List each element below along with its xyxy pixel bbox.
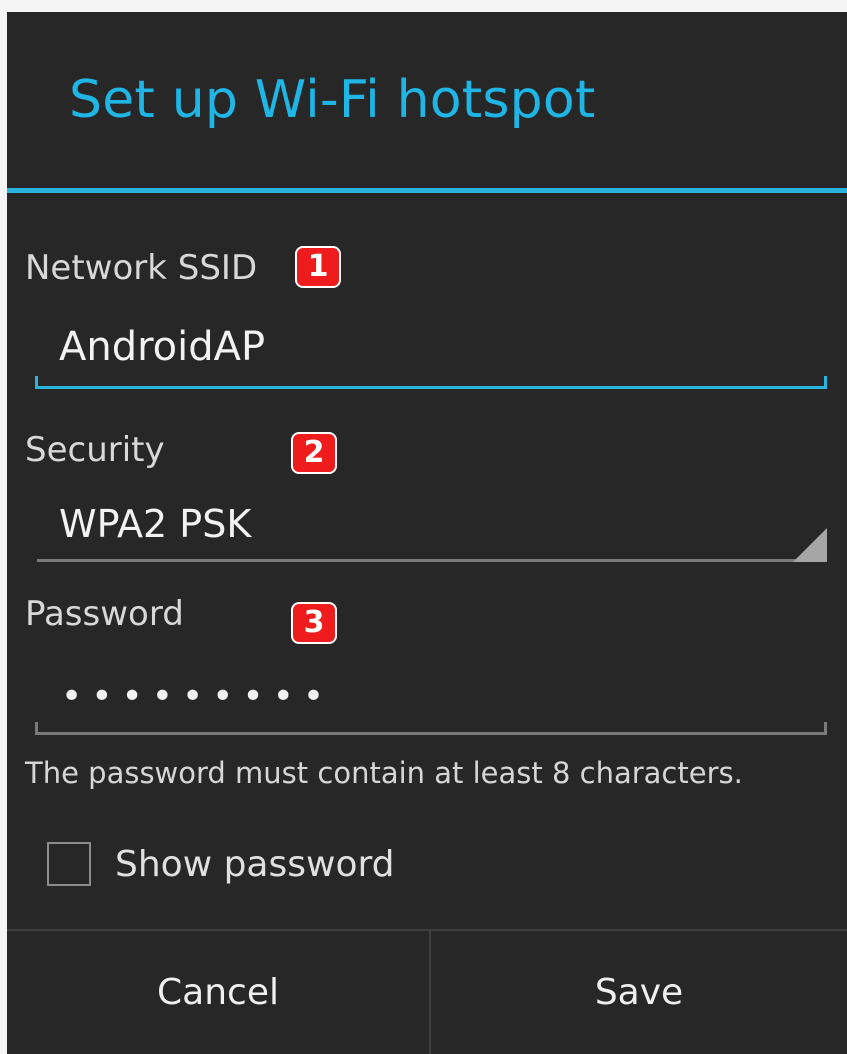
hotspot-dialog: Set up Wi-Fi hotspot Network SSID 1 Andr… xyxy=(7,12,847,1054)
password-helper-text: The password must contain at least 8 cha… xyxy=(25,756,743,790)
security-spinner-value[interactable]: WPA2 PSK xyxy=(59,502,251,546)
step-badge-3: 3 xyxy=(291,602,337,644)
ssid-underline-left-tick xyxy=(35,376,38,389)
password-underline-right-tick xyxy=(824,722,827,735)
spinner-triangle-icon[interactable] xyxy=(793,528,827,562)
step-badge-1: 1 xyxy=(295,246,341,288)
password-input[interactable]: ••••••••• xyxy=(61,676,333,717)
ssid-underline-right-tick xyxy=(824,376,827,389)
password-label: Password xyxy=(25,594,184,634)
ssid-input[interactable]: AndroidAP xyxy=(59,324,265,370)
password-underline-left-tick xyxy=(35,722,38,735)
cancel-button[interactable]: Cancel xyxy=(7,931,429,1054)
dialog-header: Set up Wi-Fi hotspot xyxy=(7,12,847,190)
security-label: Security xyxy=(25,430,165,470)
dialog-title: Set up Wi-Fi hotspot xyxy=(69,70,596,130)
title-divider xyxy=(7,188,847,193)
ssid-input-underline xyxy=(35,386,827,389)
save-button[interactable]: Save xyxy=(431,931,847,1054)
security-spinner-underline xyxy=(37,559,827,562)
step-badge-2: 2 xyxy=(291,432,337,474)
password-input-underline xyxy=(35,732,827,735)
show-password-label[interactable]: Show password xyxy=(115,844,395,885)
show-password-checkbox[interactable] xyxy=(47,842,91,886)
ssid-label: Network SSID xyxy=(25,248,258,288)
